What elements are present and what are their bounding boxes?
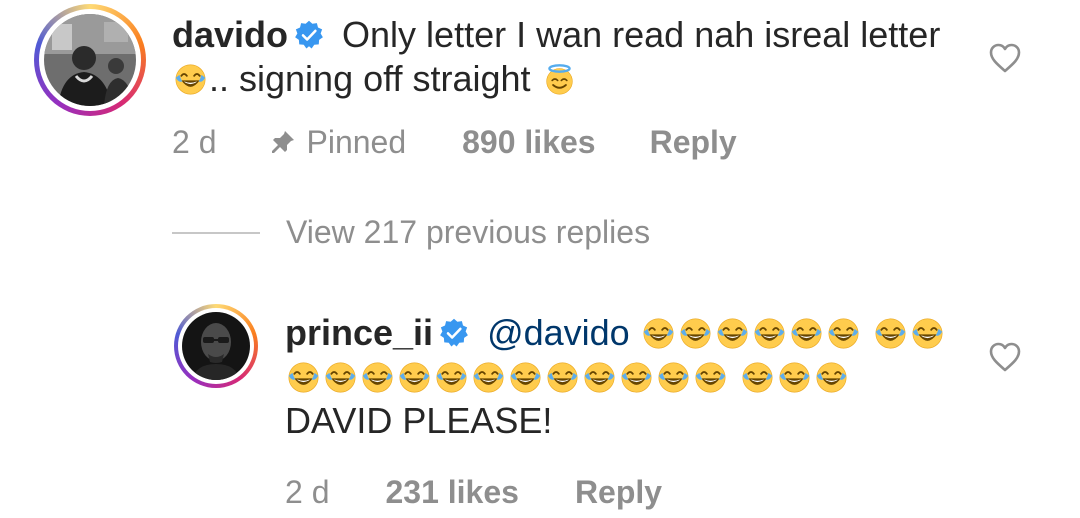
comment-text-prince-ii: prince_ii @davido DAVID PLEASE! bbox=[285, 311, 965, 443]
likes-count[interactable]: 231 likes bbox=[385, 474, 518, 511]
face-with-tears-of-joy-icon bbox=[741, 361, 774, 394]
replies-divider-line bbox=[172, 231, 260, 234]
face-with-tears-of-joy-icon bbox=[620, 361, 653, 394]
pin-icon bbox=[270, 129, 296, 155]
face-with-tears-of-joy-icon bbox=[546, 361, 579, 394]
avatar-photo bbox=[44, 14, 136, 106]
comment-time: 2 d bbox=[285, 473, 330, 510]
comment-time: 2 d bbox=[172, 123, 217, 160]
likes-count[interactable]: 890 likes bbox=[462, 124, 595, 161]
face-with-tears-of-joy-icon bbox=[694, 361, 727, 394]
face-with-tears-of-joy-icon bbox=[657, 361, 690, 394]
pinned-label: Pinned bbox=[306, 123, 407, 160]
comment-username[interactable]: davido bbox=[172, 14, 288, 55]
face-with-tears-of-joy-icon bbox=[679, 317, 712, 350]
comment-message-part1: Only letter I wan read nah isreal letter bbox=[342, 14, 941, 55]
face-with-tears-of-joy-icon bbox=[911, 317, 944, 350]
avatar-story-ring bbox=[39, 9, 141, 111]
face-with-tears-of-joy-icon bbox=[361, 361, 394, 394]
face-with-tears-of-joy-icon bbox=[716, 317, 749, 350]
face-with-tears-of-joy-icon bbox=[398, 361, 431, 394]
avatar-davido[interactable] bbox=[34, 4, 146, 116]
heart-outline-icon[interactable] bbox=[988, 341, 1022, 373]
comment-meta-prince-ii: 2 d 231 likes Reply bbox=[285, 470, 662, 514]
smiling-face-with-halo-icon bbox=[543, 63, 576, 96]
face-with-tears-of-joy-icon bbox=[753, 317, 786, 350]
face-with-tears-of-joy-icon bbox=[287, 361, 320, 394]
reply-button[interactable]: Reply bbox=[575, 474, 662, 511]
comment-message: DAVID PLEASE! bbox=[285, 400, 553, 441]
view-previous-replies[interactable]: View 217 previous replies bbox=[172, 214, 650, 251]
heart-outline-icon[interactable] bbox=[988, 42, 1022, 74]
comment-meta-davido: 2 d Pinned 890 likes Reply bbox=[172, 120, 737, 164]
avatar-prince-ii[interactable] bbox=[174, 304, 258, 388]
face-with-tears-of-joy-icon bbox=[435, 361, 468, 394]
avatar-photo bbox=[182, 312, 250, 380]
comment-text-davido: davido Only letter I wan read nah isreal… bbox=[172, 13, 972, 101]
face-with-tears-of-joy-icon bbox=[509, 361, 542, 394]
mention-link[interactable]: @davido bbox=[487, 312, 630, 353]
view-previous-replies-label[interactable]: View 217 previous replies bbox=[286, 214, 650, 251]
face-with-tears-of-joy-icon bbox=[642, 317, 675, 350]
avatar-story-ring bbox=[178, 308, 254, 384]
face-with-tears-of-joy-icon bbox=[583, 361, 616, 394]
face-with-tears-of-joy-icon bbox=[778, 361, 811, 394]
profile-photo-icon bbox=[44, 14, 136, 106]
comment-username[interactable]: prince_ii bbox=[285, 312, 433, 353]
emoji-row-1 bbox=[640, 312, 862, 353]
emoji-row-3 bbox=[739, 356, 850, 397]
face-with-tears-of-joy-icon bbox=[874, 317, 907, 350]
comment-message-part2: .. signing off straight bbox=[209, 58, 531, 99]
reply-button[interactable]: Reply bbox=[650, 124, 737, 161]
profile-photo-icon bbox=[182, 312, 250, 380]
face-with-tears-of-joy-icon bbox=[324, 361, 357, 394]
face-with-tears-of-joy-icon bbox=[815, 361, 848, 394]
verified-badge-icon bbox=[439, 318, 469, 348]
face-with-tears-of-joy-icon bbox=[790, 317, 823, 350]
face-with-tears-of-joy-icon bbox=[827, 317, 860, 350]
face-with-tears-of-joy-icon bbox=[174, 63, 207, 96]
verified-badge-icon bbox=[294, 20, 324, 50]
face-with-tears-of-joy-icon bbox=[472, 361, 505, 394]
